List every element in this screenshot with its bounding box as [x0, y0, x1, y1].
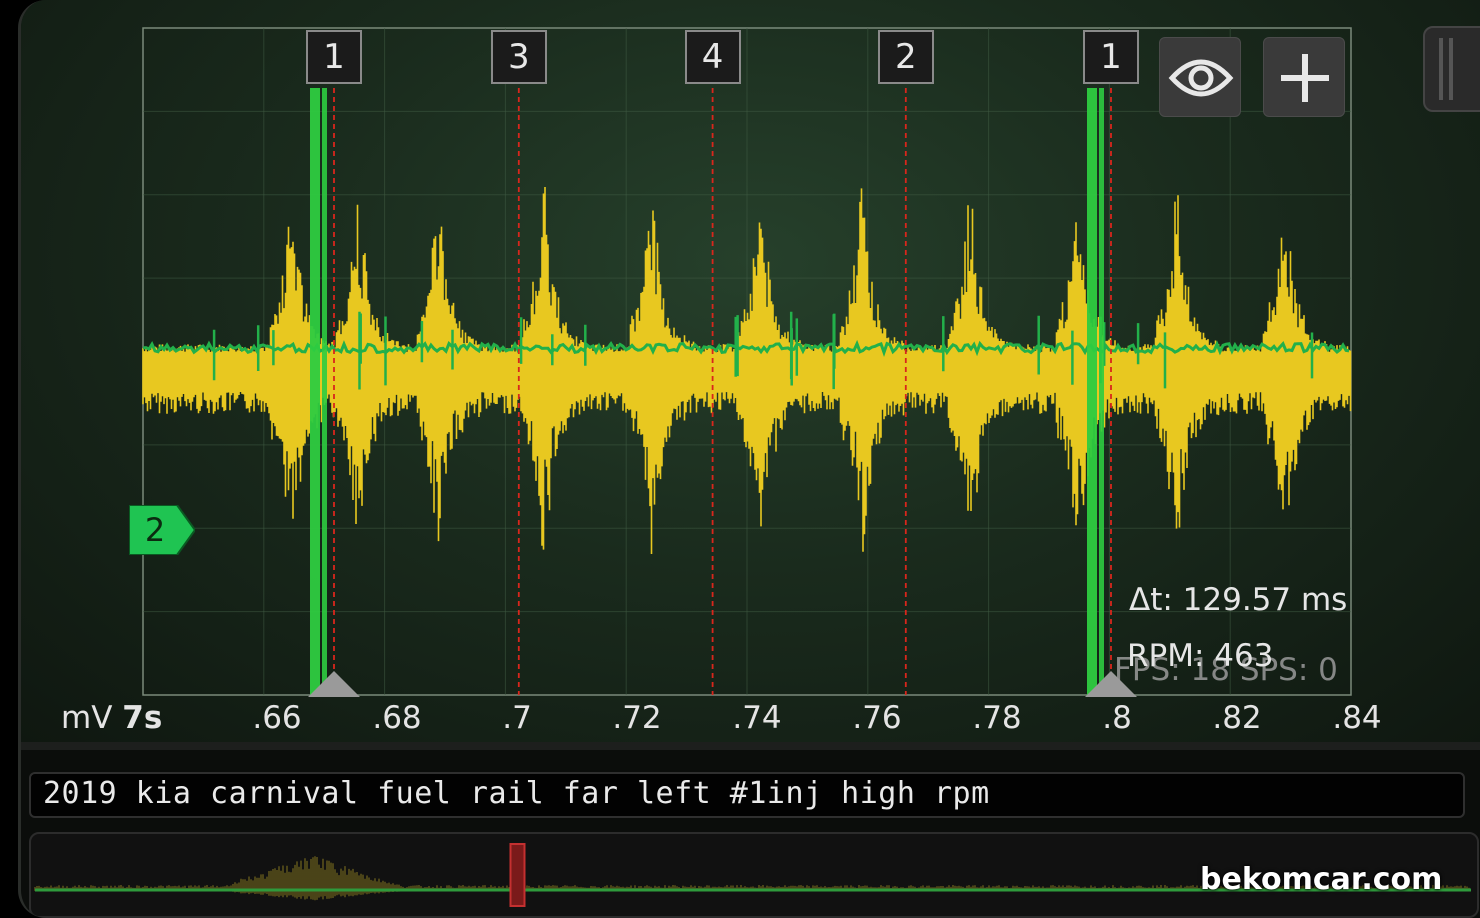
- cylinder-label-3[interactable]: 3: [490, 30, 547, 84]
- time-cursor-bar-inner: [1099, 88, 1104, 695]
- waveform-canvas[interactable]: [21, 0, 1480, 742]
- x-tick-label: .72: [612, 700, 662, 736]
- x-tick-label: .74: [732, 700, 782, 736]
- cylinder-label-1[interactable]: 1: [306, 30, 362, 84]
- x-tick-label: .66: [252, 700, 302, 736]
- watermark: bekomcar.com: [1200, 862, 1443, 897]
- panel-divider: [21, 742, 1480, 750]
- recording-title: 2019 kia carnival fuel rail far left #1i…: [43, 776, 990, 811]
- x-tick-label: .78: [972, 700, 1022, 736]
- channel-2-marker[interactable]: 2: [128, 504, 197, 556]
- x-tick-label: .68: [372, 700, 422, 736]
- unit-label: mV: [61, 700, 113, 736]
- cylinder-label-1[interactable]: 1: [1083, 30, 1139, 84]
- x-tick-label: .84: [1332, 700, 1382, 736]
- delta-t-readout: Δt: 129.57 ms: [1129, 582, 1348, 618]
- x-tick-label: .76: [852, 700, 902, 736]
- x-tick-label: .82: [1212, 700, 1262, 736]
- app-frame: 13421 FPS: 18 SPS: 0 Δt: 129.57 ms RPM: …: [18, 0, 1480, 918]
- timebase-label: 7s: [122, 700, 163, 736]
- channel-marker-label: 2: [144, 511, 166, 549]
- plus-icon: [1281, 54, 1329, 102]
- side-panel-handle[interactable]: [1423, 26, 1480, 112]
- add-channel-button[interactable]: [1263, 37, 1345, 117]
- x-tick-label: .7: [502, 700, 532, 736]
- recording-title-bar[interactable]: 2019 kia carnival fuel rail far left #1i…: [29, 772, 1465, 818]
- cylinder-label-4[interactable]: 4: [684, 30, 741, 84]
- x-tick-label: .8: [1102, 700, 1132, 736]
- eye-icon: [1168, 59, 1234, 97]
- scope-panel[interactable]: 13421 FPS: 18 SPS: 0 Δt: 129.57 ms RPM: …: [21, 0, 1480, 742]
- unit-timebase-label: mV 7s: [61, 700, 162, 736]
- visibility-button[interactable]: [1159, 37, 1241, 117]
- time-cursor-bar[interactable]: [1087, 88, 1097, 695]
- time-cursor-bar[interactable]: [310, 88, 320, 695]
- handle-grip: [1439, 38, 1443, 100]
- time-cursor-bar-inner: [322, 88, 327, 695]
- cylinder-label-2[interactable]: 2: [877, 30, 934, 84]
- rpm-readout: RPM: 463: [1127, 638, 1274, 674]
- handle-grip: [1449, 38, 1453, 100]
- overview-playhead[interactable]: [509, 843, 526, 907]
